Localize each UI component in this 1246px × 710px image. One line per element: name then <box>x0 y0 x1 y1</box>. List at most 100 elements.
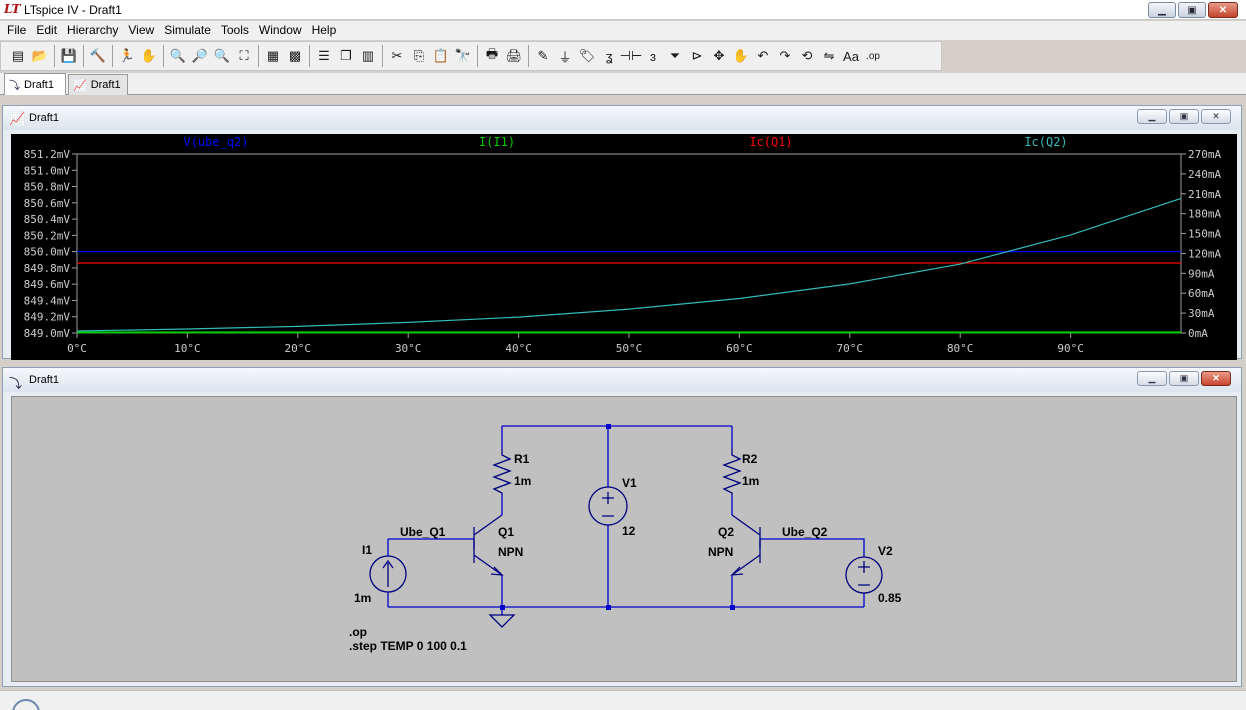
draw-wire-button[interactable]: ✎ <box>532 45 554 67</box>
waveform-close-button[interactable]: ✕ <box>1201 109 1231 124</box>
spice-directive-step[interactable]: .step TEMP 0 100 0.1 <box>349 639 467 653</box>
v1-source-icon[interactable] <box>588 486 628 526</box>
menu-hierarchy[interactable]: Hierarchy <box>62 21 123 40</box>
r1-resistor-icon[interactable] <box>492 449 512 495</box>
wire-ube-q1[interactable] <box>388 538 475 549</box>
y-right-tick-label: 150mA <box>1188 228 1221 241</box>
control-panel-button[interactable]: 🔨 <box>87 45 109 67</box>
v2-label: V2 <box>878 544 893 558</box>
tab-waveform-draft1[interactable]: 📈 Draft1 <box>68 74 128 95</box>
ground-icon: ⏚ <box>558 49 572 65</box>
open-button[interactable]: 📂 <box>29 45 51 67</box>
component-button[interactable]: ⊳ <box>686 45 708 67</box>
menu-file[interactable]: File <box>2 21 31 40</box>
waveform-icon: 📈 <box>73 79 87 92</box>
drag-button[interactable]: ✋ <box>730 45 752 67</box>
toolbar-separator <box>112 45 113 67</box>
move-button[interactable]: ✥ <box>708 45 730 67</box>
zoom-fit-icon: ⛶ <box>239 48 249 63</box>
spice-directive-button[interactable]: .op <box>862 45 884 67</box>
zoom-out-button[interactable]: 🔍 <box>211 45 233 67</box>
undo-button[interactable]: ↶ <box>752 45 774 67</box>
legend-entry[interactable]: Ic(Q2) <box>1024 135 1067 149</box>
ground-icon[interactable] <box>488 614 516 628</box>
x-tick-label: 20°C <box>285 342 312 355</box>
redo-button[interactable]: ↷ <box>774 45 796 67</box>
schematic-close-button[interactable]: ✕ <box>1201 371 1231 386</box>
resistor-button[interactable]: ʓ <box>598 45 620 67</box>
r2-resistor-icon[interactable] <box>722 449 742 495</box>
tile-horizontal-button[interactable]: ☰ <box>313 45 335 67</box>
y-left-tick-label: 851.2mV <box>24 148 71 161</box>
menu-window[interactable]: Window <box>254 21 307 40</box>
y-left-tick-label: 850.2mV <box>24 229 71 242</box>
menu-view[interactable]: View <box>123 21 159 40</box>
tab-schematic-draft1[interactable]: ⤵ Draft1 <box>4 73 66 95</box>
halt-button[interactable]: ✋ <box>138 45 160 67</box>
print-preview-button[interactable]: 🖶 <box>481 45 503 67</box>
plot-pane[interactable]: V(ube_q2) I(I1) Ic(Q1) Ic(Q2) 851.2mV 851.0m… <box>11 134 1237 360</box>
schematic-canvas[interactable]: R1 1m R2 1m V1 12 V2 0.85 I1 1m Q1 NPN Q… <box>11 396 1237 682</box>
menu-help[interactable]: Help <box>307 21 342 40</box>
autorange-button[interactable]: ▦ <box>262 45 284 67</box>
mirror-button[interactable]: ⇋ <box>818 45 840 67</box>
rotate-button[interactable]: ⟲ <box>796 45 818 67</box>
toolbar-separator <box>163 45 164 67</box>
waveform-icon: 📈 <box>9 111 26 126</box>
wire-ube-q2[interactable] <box>759 538 865 607</box>
ground-button[interactable]: ⏚ <box>554 45 576 67</box>
find-button[interactable]: 🔭 <box>452 45 474 67</box>
zoom-fit-button[interactable]: ⛶ <box>233 45 255 67</box>
v2-source-icon[interactable] <box>845 556 883 594</box>
net-label-ube-q1[interactable]: Ube_Q1 <box>400 525 446 539</box>
y-left-tick-label: 850.4mV <box>24 213 71 226</box>
cascade-button[interactable]: ❐ <box>335 45 357 67</box>
diode-icon: ⏷ <box>669 48 681 63</box>
zoom-in-button[interactable]: 🔍 <box>167 45 189 67</box>
run-button[interactable]: 🏃 <box>116 45 138 67</box>
menu-edit[interactable]: Edit <box>31 21 62 40</box>
label-net-button[interactable]: 🏷 <box>576 45 598 67</box>
waveform-window-titlebar: 📈 Draft1 ▁ ▣ ✕ <box>3 106 1241 130</box>
status-bar <box>0 690 1246 710</box>
maximize-button[interactable]: ▣ <box>1178 2 1206 18</box>
capacitor-button[interactable]: ⊣⊢ <box>620 45 643 67</box>
trace-ic-q2[interactable] <box>76 197 1182 332</box>
waveform-minimize-button[interactable]: ▁ <box>1137 109 1167 124</box>
schematic-drawing[interactable]: R1 1m R2 1m V1 12 V2 0.85 I1 1m Q1 NPN Q… <box>12 397 1236 681</box>
spice-directive-op[interactable]: .op <box>349 625 367 639</box>
waveform-maximize-button[interactable]: ▣ <box>1169 109 1199 124</box>
paste-icon: 📋 <box>432 48 450 63</box>
legend-entry[interactable]: I(I1) <box>479 135 515 149</box>
toolbar-separator <box>83 45 84 67</box>
save-button[interactable]: 💾 <box>58 45 80 67</box>
y-left-tick-label: 850.8mV <box>24 181 71 194</box>
minimize-button[interactable]: ▁ <box>1148 2 1176 18</box>
schematic-minimize-button[interactable]: ▁ <box>1137 371 1167 386</box>
menu-tools[interactable]: Tools <box>216 21 254 40</box>
legend-entry[interactable]: V(ube_q2) <box>183 135 248 149</box>
toolbar-separator <box>528 45 529 67</box>
print-button[interactable]: 🖨 <box>503 45 525 67</box>
schematic-maximize-button[interactable]: ▣ <box>1169 371 1199 386</box>
inductor-button[interactable]: ɜ <box>642 45 664 67</box>
waveform-plot[interactable]: V(ube_q2) I(I1) Ic(Q1) Ic(Q2) 851.2mV 851.0m… <box>11 134 1237 360</box>
new-schematic-button[interactable]: ▤ <box>7 45 29 67</box>
menu-simulate[interactable]: Simulate <box>159 21 216 40</box>
text-button[interactable]: Aa <box>840 45 862 67</box>
net-label-ube-q2[interactable]: Ube_Q2 <box>782 525 828 539</box>
i1-current-source-icon[interactable] <box>369 555 407 593</box>
copy-button[interactable]: ⎘ <box>408 45 430 67</box>
cut-button[interactable]: ✂ <box>386 45 408 67</box>
tile-vertical-button[interactable]: ▥ <box>357 45 379 67</box>
paste-button[interactable]: 📋 <box>430 45 452 67</box>
autorange-icon: ▦ <box>266 48 280 63</box>
grid-button[interactable]: ▩ <box>284 45 306 67</box>
diode-button[interactable]: ⏷ <box>664 45 686 67</box>
y-right-tick-label: 60mA <box>1188 287 1215 300</box>
close-button[interactable]: ✕ <box>1208 2 1238 18</box>
legend-entry[interactable]: Ic(Q1) <box>749 135 792 149</box>
junction-dot <box>500 605 505 610</box>
q2-npn-transistor-icon[interactable] <box>730 514 761 576</box>
pan-button[interactable]: 🔎 <box>189 45 211 67</box>
